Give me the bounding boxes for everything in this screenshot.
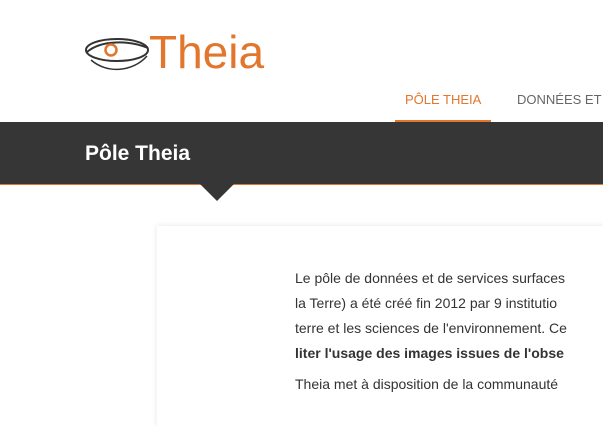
second-paragraph: Theia met à disposition de la communauté <box>295 376 559 392</box>
eye-icon <box>85 38 149 71</box>
text-line: la Terre) a été créé fin 2012 par 9 inst… <box>295 295 558 311</box>
content-card: Le pôle de données et de services surfac… <box>157 226 603 426</box>
text-line: Le pôle de données et de services surfac… <box>295 270 566 286</box>
page-title-band: Pôle Theia <box>0 122 603 185</box>
text-line-bold: liter l'usage des images issues de l'obs… <box>295 345 564 361</box>
theia-logo[interactable]: Theia <box>85 22 295 84</box>
nav-item-pole-theia[interactable]: PÔLE THEIA <box>395 86 492 123</box>
nav-item-donnees[interactable]: DONNÉES ET <box>507 86 603 120</box>
page-title: Pôle Theia <box>85 142 191 165</box>
text-line: terre et les sciences de l'environnement… <box>295 320 567 336</box>
intro-paragraph: Le pôle de données et de services surfac… <box>295 266 603 366</box>
intro-text: Le pôle de données et de services surfac… <box>295 266 603 397</box>
title-pointer <box>200 184 234 201</box>
logo-text: Theia <box>149 26 265 78</box>
site-header: Theia PÔLE THEIA DONNÉES ET <box>0 0 603 123</box>
